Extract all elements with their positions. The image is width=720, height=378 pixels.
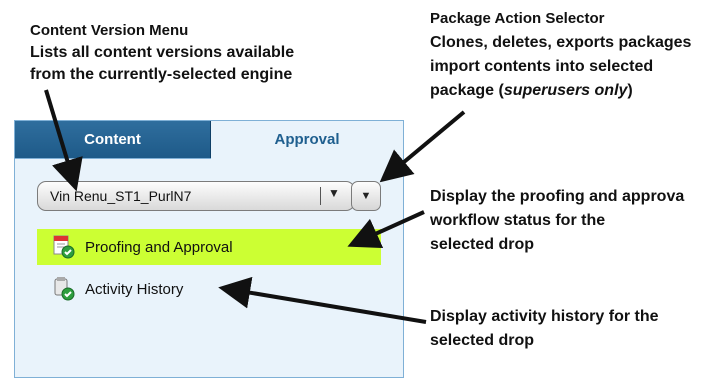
tab-approval[interactable]: Approval: [211, 121, 403, 158]
callout-package-line3-em: superusers only: [503, 82, 628, 99]
callout-proofing-line3: selected drop: [430, 236, 535, 253]
callout-package-line3-prefix: package (: [430, 82, 504, 99]
content-version-value: Vin Renu_ST1_PurlN7: [50, 188, 192, 204]
approval-panel: Content Approval Vin Renu_ST1_PurlN7 ▼ ▼…: [14, 120, 404, 378]
package-action-button[interactable]: ▼: [351, 181, 381, 211]
tab-content[interactable]: Content: [15, 121, 211, 158]
callout-proofing-line1: Display the proofing and approva: [430, 188, 685, 205]
callout-package-line3-suffix: ): [627, 82, 633, 99]
callout-package-title: Package Action Selector: [430, 10, 605, 27]
tab-divider: [15, 158, 211, 159]
select-separator: [320, 187, 321, 205]
menu-item-activity[interactable]: Activity History: [37, 271, 297, 307]
menu-item-activity-label: Activity History: [85, 280, 184, 298]
menu-item-proofing-label: Proofing and Approval: [85, 238, 233, 256]
callout-package-line3: package (superusers only): [430, 80, 633, 102]
menu-item-proofing[interactable]: Proofing and Approval: [37, 229, 381, 265]
document-check-icon: [53, 235, 75, 259]
callout-content-version-line2: from the currently-selected engine: [30, 66, 293, 83]
chevron-down-icon: ▼: [360, 190, 372, 202]
history-check-icon: [54, 277, 75, 301]
callout-package-line2: import contents into selected: [430, 58, 654, 75]
callout-activity-line1: Display activity history for the: [430, 308, 659, 325]
callout-package-line1: Clones, deletes, exports packages: [430, 34, 692, 51]
callout-content-version-line1: Lists all content versions available: [30, 44, 295, 61]
chevron-down-icon[interactable]: ▼: [328, 186, 340, 200]
callout-activity-line2: selected drop: [430, 332, 535, 349]
content-version-select[interactable]: Vin Renu_ST1_PurlN7 ▼: [37, 181, 355, 211]
callout-content-version-title: Content Version Menu: [30, 22, 189, 39]
callout-proofing-line2: workflow status for the: [430, 212, 606, 229]
